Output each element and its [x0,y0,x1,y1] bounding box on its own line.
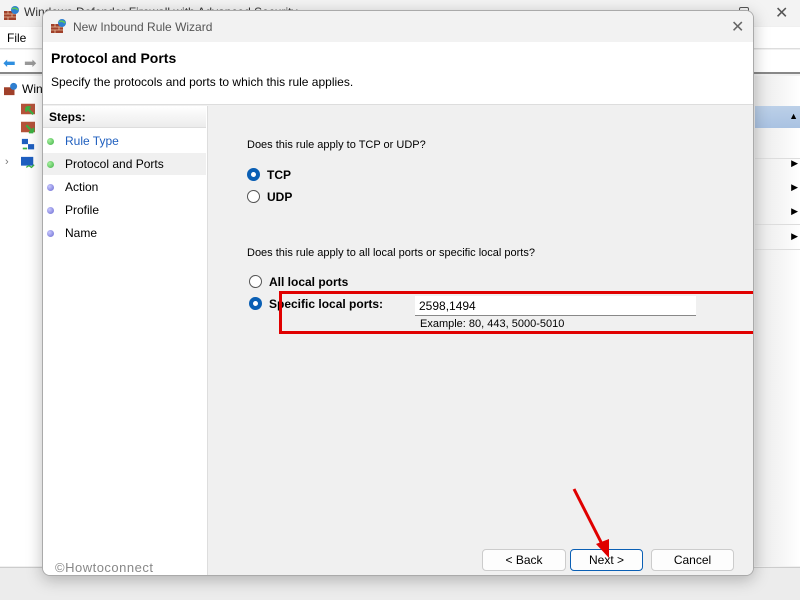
tree-root-label[interactable]: Win [22,82,43,96]
steps-header: Steps: [43,106,206,128]
submenu-arrow-icon[interactable]: ▶ [791,206,798,217]
step-protocol-and-ports[interactable]: Protocol and Ports [43,153,206,175]
connection-security-icon[interactable] [20,138,36,152]
dialog-title: New Inbound Rule Wizard [73,20,213,34]
dialog-titlebar: New Inbound Rule Wizard ✕ [43,11,753,42]
cancel-button[interactable]: Cancel [651,549,734,571]
page-title: Protocol and Ports [51,50,177,66]
wizard-content: Does this rule apply to TCP or UDP? TCP … [209,106,753,575]
back-button[interactable]: < Back [482,549,566,571]
actions-pane-header[interactable]: ▲ [755,106,800,128]
new-inbound-rule-wizard: New Inbound Rule Wizard ✕ Protocol and P… [42,10,754,576]
submenu-arrow-icon[interactable]: ▶ [791,158,798,169]
all-local-ports-radio[interactable] [249,275,262,288]
submenu-arrow-icon[interactable]: ▶ [791,182,798,193]
step-name: Name [43,222,206,244]
inbound-rules-icon[interactable] [20,102,36,116]
forward-arrow-icon[interactable]: ➡ [24,54,37,72]
monitoring-icon[interactable] [20,156,36,170]
watermark: ©Howtoconnect [55,560,154,575]
menu-file[interactable]: File [7,31,26,45]
firewall-app-icon [4,6,19,20]
step-label: Action [65,180,99,194]
step-pending-icon [47,230,54,237]
udp-radio[interactable] [247,190,260,203]
step-label: Rule Type [65,134,119,148]
expand-chevron-icon[interactable]: › [5,156,9,168]
tcp-radio[interactable] [247,168,260,181]
page-subtitle: Specify the protocols and ports to which… [51,75,354,89]
udp-label[interactable]: UDP [267,190,292,204]
all-local-ports-label[interactable]: All local ports [269,275,348,289]
firewall-root-icon[interactable] [3,82,19,96]
background-close-button[interactable]: ✕ [775,3,788,23]
outbound-rules-icon[interactable] [20,120,36,134]
back-arrow-icon[interactable]: ⬅ [3,54,16,72]
protocol-question: Does this rule apply to TCP or UDP? [247,139,426,151]
steps-panel: Steps: Rule Type Protocol and Ports Acti… [43,106,208,575]
dialog-header: Protocol and Ports Specify the protocols… [43,42,753,105]
step-rule-type[interactable]: Rule Type [43,130,206,152]
submenu-arrow-icon[interactable]: ▶ [791,231,798,242]
step-label: Name [65,226,98,240]
close-button[interactable]: ✕ [731,17,744,37]
firewall-app-icon [51,19,66,33]
step-completed-icon [47,138,54,145]
step-label: Protocol and Ports [65,157,164,171]
tcp-label[interactable]: TCP [267,168,291,182]
step-pending-icon [47,184,54,191]
step-action: Action [43,176,206,198]
ports-question: Does this rule apply to all local ports … [247,247,535,259]
collapse-triangle-icon[interactable]: ▲ [789,111,798,121]
next-button[interactable]: Next > [570,549,643,571]
step-label: Profile [65,203,100,217]
step-current-icon [47,161,54,168]
annotation-highlight-box [279,291,753,334]
navigation-tree [0,76,42,566]
specific-local-ports-radio[interactable] [249,297,262,310]
actions-pane: ▲ ▶ ▶ ▶ ▶ [755,76,800,566]
step-profile: Profile [43,199,206,221]
step-pending-icon [47,207,54,214]
